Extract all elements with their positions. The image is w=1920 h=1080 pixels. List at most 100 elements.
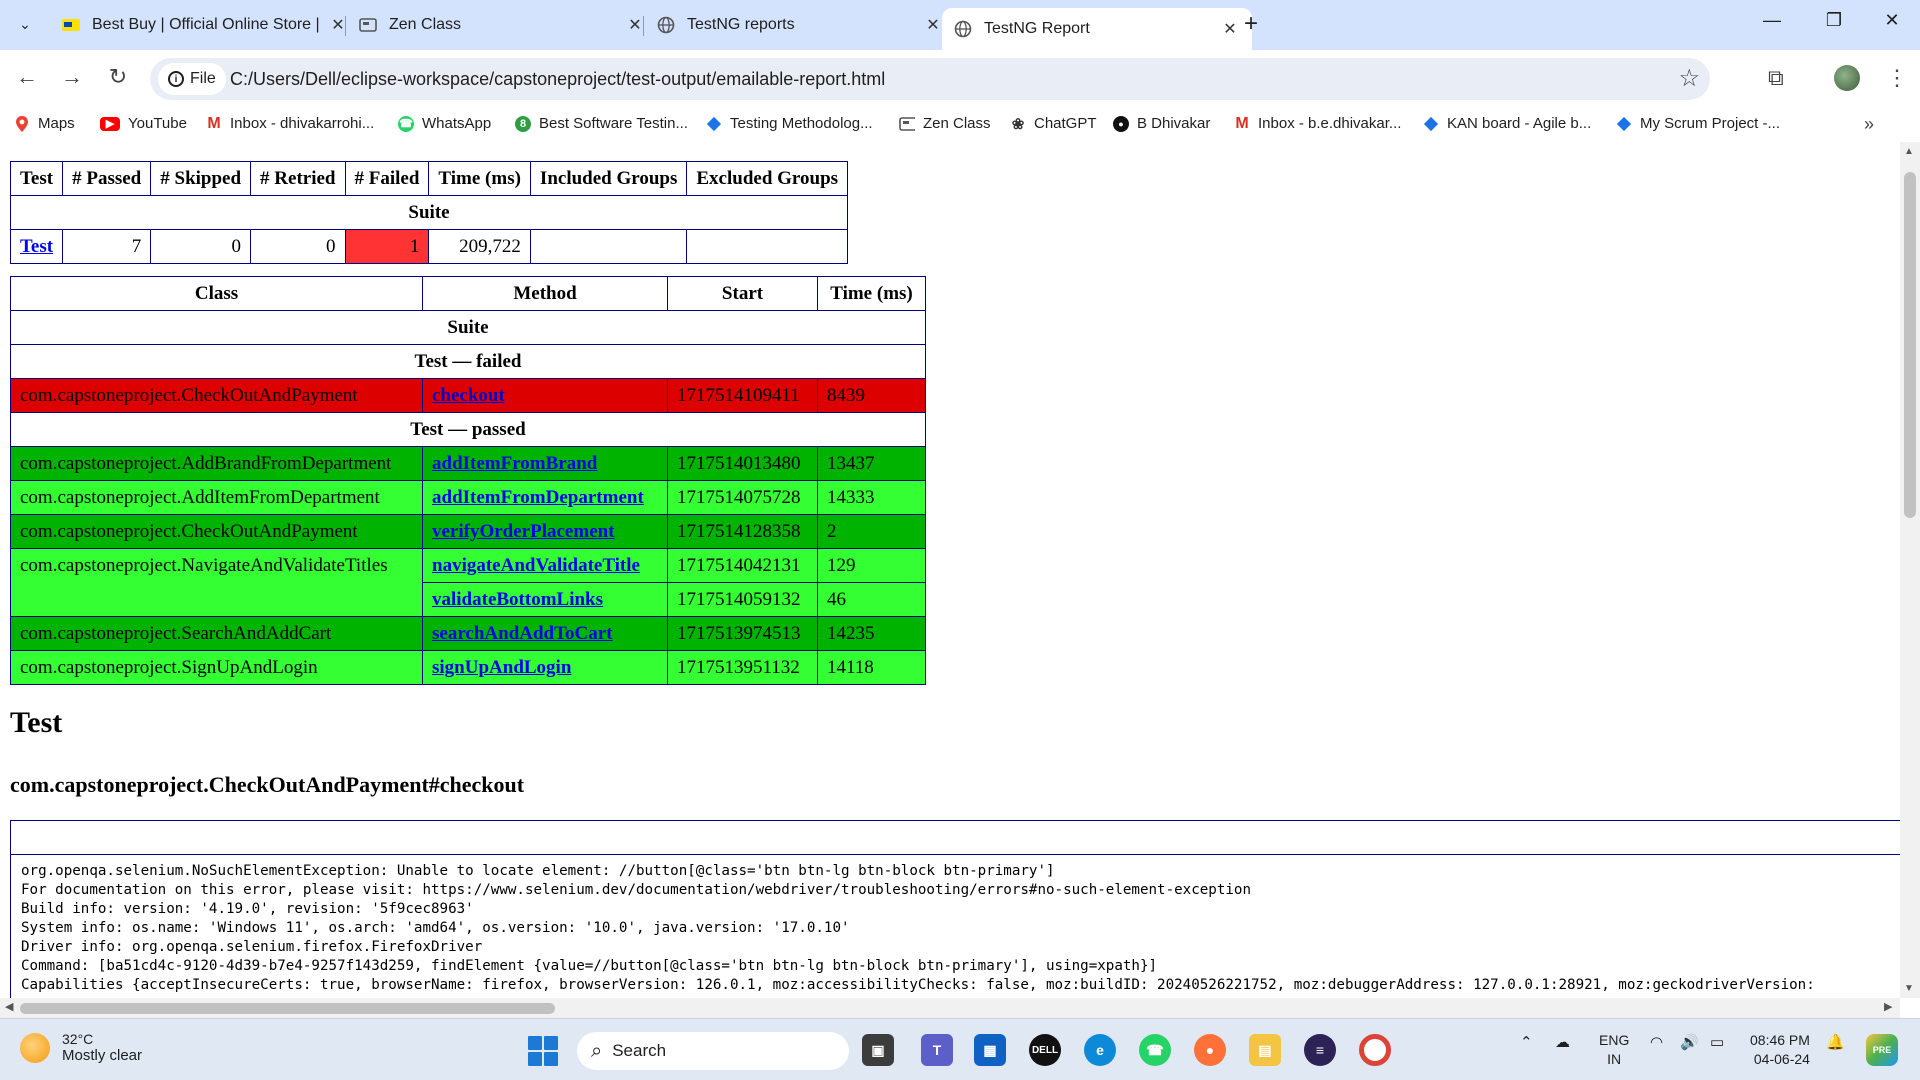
bookmark-gmail-2[interactable]: M Inbox - b.e.dhivakar...: [1234, 115, 1401, 133]
tab-bestbuy[interactable]: Best Buy | Official Online Store | ✕: [50, 8, 360, 42]
tab-search-chevron-down-icon[interactable]: ⌄: [12, 10, 38, 38]
tab-strip: ⌄ Best Buy | Official Online Store | ✕ Z…: [0, 0, 1920, 50]
total-time: 209,722: [428, 229, 531, 264]
stack-line: Driver info: org.openqa.selenium.firefox…: [21, 939, 483, 955]
firefox-icon[interactable]: ●: [1194, 1034, 1226, 1066]
time-cell: 13437: [817, 446, 926, 481]
summary-data-row: Test 7 0 0 1 209,722: [9, 229, 849, 264]
table-row: com.capstoneproject.SignUpAndLogin signU…: [10, 650, 926, 685]
menu-kebab-icon[interactable]: ⋮: [1886, 65, 1908, 91]
passed-section-label: Test — passed: [10, 412, 926, 447]
window-close-icon[interactable]: ✕: [1880, 10, 1904, 31]
copilot-icon[interactable]: PRE: [1866, 1034, 1898, 1066]
method-link[interactable]: navigateAndValidateTitle: [432, 555, 640, 576]
close-icon[interactable]: ✕: [1220, 19, 1240, 39]
table-row: com.capstoneproject.AddBrandFromDepartme…: [10, 446, 926, 481]
method-link[interactable]: addItemFromBrand: [432, 453, 597, 474]
bookmark-zen-class[interactable]: Zen Class: [899, 115, 991, 132]
method-link[interactable]: addItemFromDepartment: [432, 487, 644, 508]
bookmarks-bar: Maps ▶ YouTube M Inbox - dhivakarrohi...…: [0, 108, 1920, 142]
suite-label: Suite: [9, 195, 849, 230]
bookmark-youtube[interactable]: ▶ YouTube: [100, 115, 187, 132]
bookmark-star-icon[interactable]: ☆: [1678, 64, 1700, 93]
back-arrow-icon[interactable]: ←: [12, 64, 42, 90]
time-cell: 14235: [817, 616, 926, 651]
stack-line: For documentation on this error, please …: [21, 882, 1251, 898]
volume-icon[interactable]: 🔊: [1680, 1033, 1699, 1051]
site-info-chip[interactable]: i File: [158, 63, 226, 95]
weather-widget[interactable]: 32°C Mostly clear: [20, 1031, 142, 1064]
globe-icon: [954, 20, 972, 38]
bookmark-best-software-testing[interactable]: 8 Best Software Testin...: [515, 115, 688, 132]
show-hidden-icons-chevron-icon[interactable]: ⌃: [1520, 1033, 1533, 1051]
start-cell: 1717513974513: [667, 616, 818, 651]
chrome-icon[interactable]: [1359, 1034, 1391, 1066]
tab-title: TestNG Report: [984, 20, 1090, 37]
close-icon[interactable]: ✕: [625, 15, 645, 35]
bookmark-kan-board[interactable]: KAN board - Agile b...: [1423, 115, 1591, 132]
file-explorer-icon[interactable]: ▤: [1249, 1034, 1281, 1066]
tab-testng-report[interactable]: TestNG Report ✕: [942, 8, 1252, 50]
taskbar-search[interactable]: ⌕ Search: [577, 1032, 849, 1070]
language-indicator[interactable]: ENG IN: [1599, 1031, 1629, 1069]
method-link[interactable]: verifyOrderPlacement: [432, 521, 615, 542]
onedrive-cloud-icon[interactable]: ☁: [1555, 1033, 1570, 1051]
whatsapp-icon[interactable]: ☎: [1139, 1034, 1171, 1066]
scroll-down-arrow-icon[interactable]: ▼: [1904, 983, 1914, 994]
method-link[interactable]: checkout: [432, 385, 505, 406]
dell-icon[interactable]: DELL: [1029, 1034, 1061, 1066]
method-link[interactable]: validateBottomLinks: [432, 589, 603, 610]
class-cell: com.capstoneproject.NavigateAndValidateT…: [10, 548, 423, 617]
bookmark-gmail-1[interactable]: M Inbox - dhivakarrohi...: [206, 115, 374, 133]
wifi-icon[interactable]: ◠: [1650, 1033, 1663, 1051]
restore-icon[interactable]: ❐: [1822, 10, 1846, 31]
failed-section-label: Test — failed: [10, 344, 926, 379]
bookmark-testing-methodology[interactable]: Testing Methodolog...: [706, 115, 873, 132]
new-tab-plus-icon[interactable]: +: [1244, 10, 1258, 38]
bookmark-github[interactable]: ● B Dhivakar: [1113, 115, 1210, 132]
tab-testng-reports[interactable]: TestNG reports ✕: [645, 8, 955, 42]
scroll-left-arrow-icon[interactable]: ◀: [5, 1000, 13, 1013]
test-link[interactable]: Test: [20, 236, 53, 257]
method-link[interactable]: signUpAndLogin: [432, 657, 571, 678]
scroll-right-arrow-icon[interactable]: ▶: [1884, 1000, 1892, 1013]
bookmark-maps[interactable]: Maps: [14, 115, 75, 132]
col-header: # Failed: [344, 161, 430, 196]
start-cell: 1717514128358: [667, 514, 818, 549]
address-bar[interactable]: i File C:/Users/Dell/eclipse-workspace/c…: [150, 58, 1710, 100]
horizontal-scroll-thumb[interactable]: [20, 1003, 555, 1014]
bookmark-my-scrum-project[interactable]: My Scrum Project -...: [1616, 115, 1780, 132]
bookmark-label: ChatGPT: [1034, 115, 1097, 132]
url-text[interactable]: C:/Users/Dell/eclipse-workspace/capstone…: [230, 69, 885, 90]
windows-start-icon[interactable]: [528, 1036, 558, 1066]
region-code: IN: [1607, 1051, 1622, 1067]
passed-count: 7: [62, 229, 152, 264]
task-view-icon[interactable]: ▣: [862, 1034, 894, 1066]
vertical-scroll-thumb[interactable]: [1904, 172, 1916, 518]
vertical-scrollbar[interactable]: ▲ ▼: [1900, 142, 1920, 998]
more-bookmarks-chevron-icon[interactable]: »: [1864, 114, 1874, 135]
horizontal-scrollbar[interactable]: ◀ ▶: [0, 998, 1900, 1018]
profile-avatar[interactable]: [1834, 65, 1860, 91]
extensions-puzzle-icon[interactable]: ⧉: [1768, 65, 1784, 91]
youtube-icon: ▶: [100, 116, 120, 131]
method-link[interactable]: searchAndAddToCart: [432, 623, 613, 644]
edge-icon[interactable]: e: [1084, 1034, 1116, 1066]
taskbar-clock[interactable]: 08:46 PM 04-06-24: [1750, 1031, 1810, 1069]
bookmark-whatsapp[interactable]: ☎ WhatsApp: [398, 115, 491, 132]
time-cell: 14118: [817, 650, 926, 685]
col-header: Included Groups: [529, 161, 688, 196]
microsoft-store-icon[interactable]: ▦: [974, 1034, 1006, 1066]
battery-icon[interactable]: ▭: [1710, 1033, 1724, 1051]
table-row: com.capstoneproject.NavigateAndValidateT…: [10, 548, 926, 617]
teams-icon[interactable]: T: [921, 1034, 953, 1066]
reload-icon[interactable]: ↻: [103, 64, 133, 90]
eclipse-icon[interactable]: ≡: [1304, 1034, 1336, 1066]
forward-arrow-icon[interactable]: →: [57, 64, 87, 90]
minimize-icon[interactable]: —: [1760, 10, 1784, 31]
tab-zen-class[interactable]: Zen Class ✕: [347, 8, 657, 42]
close-icon[interactable]: ✕: [923, 15, 943, 35]
notification-bell-icon[interactable]: 🔔: [1826, 1033, 1845, 1051]
bookmark-chatgpt[interactable]: ❀ ChatGPT: [1010, 115, 1097, 133]
scroll-up-arrow-icon[interactable]: ▲: [1904, 146, 1914, 157]
